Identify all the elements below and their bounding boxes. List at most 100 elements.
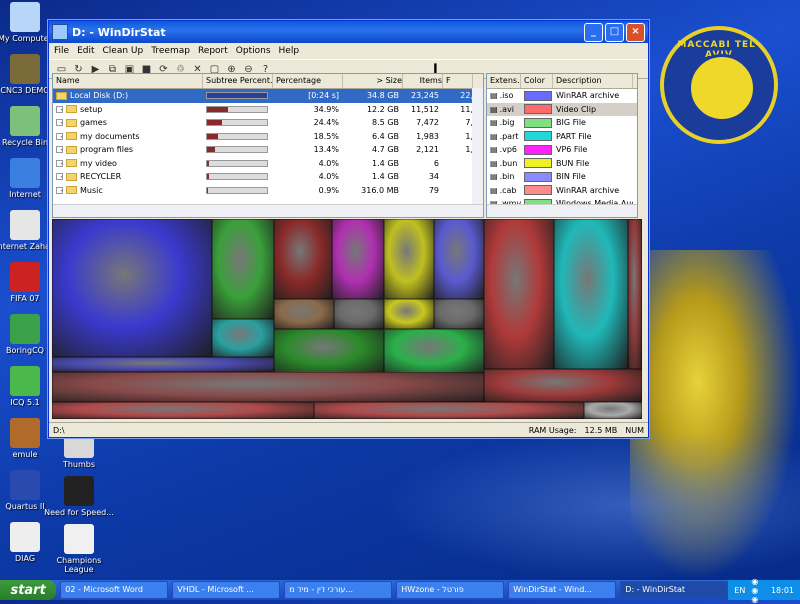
taskbar-button[interactable]: WinDirStat - Wind... [508,581,617,599]
start-button[interactable]: start [0,580,57,600]
treemap-block[interactable] [384,299,434,329]
folder-icon [66,172,77,181]
extension-row[interactable]: ▤ .cab WinRAR archive [487,184,637,198]
extension-row[interactable]: ▤ .part PART File [487,130,637,144]
title-bar[interactable]: D: - WinDirStat _ □ × [49,21,648,43]
row-percentage: 4.0% [318,158,339,168]
treemap-block[interactable] [52,372,484,402]
treemap-block[interactable] [384,219,434,299]
col-description[interactable]: Description [553,74,633,88]
directory-horizontal-scrollbar[interactable] [53,204,483,217]
treemap-block[interactable] [274,329,384,374]
treemap-block[interactable] [628,219,642,369]
menu-edit[interactable]: Edit [77,46,94,56]
treemap-block[interactable] [212,219,274,319]
expand-icon[interactable]: + [56,146,63,154]
expand-icon[interactable]: + [56,119,63,127]
treemap-block[interactable] [212,319,274,357]
extension-color [521,131,553,142]
subtree-bar [206,159,268,167]
col-color[interactable]: Color [521,74,553,88]
col-name[interactable]: Name [53,74,203,88]
col-extension[interactable]: Extens... [487,74,521,88]
treemap-block[interactable] [52,219,212,357]
treemap-block[interactable] [332,219,384,299]
treemap-block[interactable] [52,357,274,372]
menu-options[interactable]: Options [236,46,271,56]
taskbar-button[interactable]: VHDL - Microsoft ... [172,581,281,599]
maximize-button[interactable]: □ [605,22,624,42]
extension-row[interactable]: ▤ .big BIG File [487,116,637,130]
row-name: + setup [53,105,203,114]
desktop-icon-image [10,366,40,396]
row-files: 1, [465,131,473,141]
menu-clean-up[interactable]: Clean Up [103,46,144,56]
table-row[interactable]: Local Disk (D:) [0:24 s] 34.8 GB 23,245 22, [53,89,483,103]
expand-icon[interactable]: + [56,105,63,113]
system-tray: EN ◉ ◉ ◉ 18:01 [728,577,800,604]
treemap-block[interactable] [314,402,584,419]
menu-file[interactable]: File [54,46,69,56]
treemap-block[interactable] [554,219,628,369]
taskbar-button[interactable]: D: - WinDirStat [620,581,729,599]
expand-icon[interactable]: + [56,186,63,194]
treemap-block[interactable] [484,219,554,369]
col-files[interactable]: F [443,74,473,88]
extension-name: ▤ .bin [487,172,521,181]
table-row[interactable]: + games 24.4% 8.5 GB 7,472 7, [53,116,483,130]
treemap-block[interactable] [384,329,484,374]
extension-row[interactable]: ▤ .bin BIN File [487,170,637,184]
col-size[interactable]: > Size [343,74,403,88]
table-row[interactable]: + program files 13.4% 4.7 GB 2,121 1, [53,143,483,157]
table-row[interactable]: + RECYCLER 4.0% 1.4 GB 34 [53,170,483,184]
menu-report[interactable]: Report [198,46,228,56]
expand-icon[interactable]: + [56,132,63,140]
treemap-block[interactable] [434,219,484,299]
treemap-block[interactable] [274,219,332,299]
menu-treemap[interactable]: Treemap [151,46,190,56]
row-name: + games [53,118,203,127]
expand-icon[interactable]: + [56,159,63,167]
desktop-icon-image [10,106,40,136]
table-row[interactable]: + my documents 18.5% 6.4 GB 1,983 1, [53,130,483,144]
table-row[interactable]: + setup 34.9% 12.2 GB 11,512 11, [53,103,483,117]
treemap[interactable] [52,219,642,419]
taskbar-button[interactable]: HWzone - פורטל [396,581,505,599]
minimize-button[interactable]: _ [584,22,603,42]
treemap-block[interactable] [274,299,334,329]
treemap-block[interactable] [484,369,642,402]
extension-row[interactable]: ▤ .iso WinRAR archive [487,89,637,103]
row-name: + program files [53,145,203,154]
treemap-block[interactable] [52,402,314,419]
menu-help[interactable]: Help [279,46,300,56]
table-row[interactable]: + Music 0.9% 316.0 MB 79 [53,184,483,198]
taskbar-button[interactable]: עורכי דין - מיד מ... [284,581,393,599]
col-subtree[interactable]: Subtree Percent... [203,74,273,88]
subtree-bar-fill [207,174,210,180]
close-button[interactable]: × [626,22,645,42]
col-percentage[interactable]: Percentage [273,74,343,88]
table-row[interactable]: + my video 4.0% 1.4 GB 6 [53,157,483,171]
desktop-icon[interactable]: Champions League [44,524,114,574]
color-swatch [524,90,552,101]
drive-icon [56,91,67,100]
treemap-block[interactable] [434,299,484,329]
directory-vertical-scrollbar[interactable] [472,88,483,205]
row-size: 4.7 GB [372,145,399,155]
desktop-icon-image [10,262,40,292]
extension-row[interactable]: ▤ .avi Video Clip [487,102,637,116]
extension-row[interactable]: ▤ .bun BUN File [487,157,637,171]
desktop-icon[interactable]: Need for Speed... [44,476,114,517]
treemap-block[interactable] [584,402,642,419]
col-items[interactable]: Items [403,74,443,88]
expand-icon[interactable]: + [56,173,63,181]
color-swatch [524,158,552,169]
treemap-block[interactable] [334,299,384,329]
row-percentage: 4.0% [318,172,339,182]
taskbar-button[interactable]: 02 - Microsoft Word [60,581,169,599]
row-name-text: games [80,118,107,128]
language-indicator[interactable]: EN [734,586,745,595]
extension-row[interactable]: ▤ .vp6 VP6 File [487,143,637,157]
window-title: D: - WinDirStat [72,25,166,39]
extension-horizontal-scrollbar[interactable] [487,204,637,217]
